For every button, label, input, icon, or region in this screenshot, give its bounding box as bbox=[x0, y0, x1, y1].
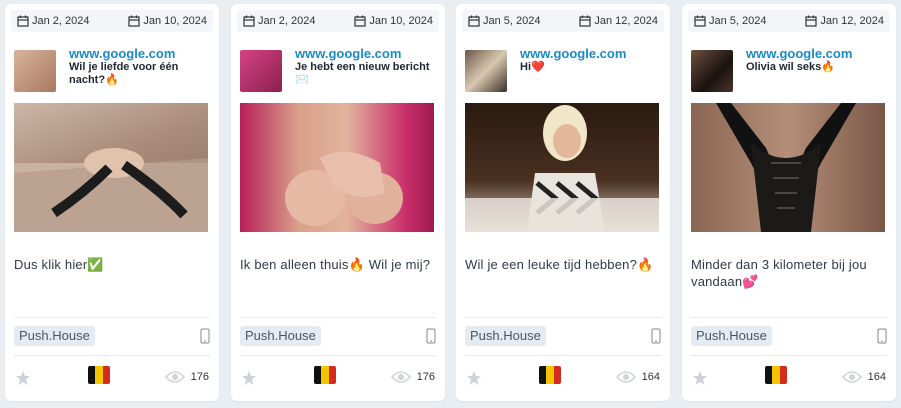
calendar-icon bbox=[128, 15, 140, 27]
ad-thumbnail bbox=[14, 50, 56, 92]
calendar-icon bbox=[243, 15, 255, 27]
star-icon[interactable] bbox=[15, 370, 31, 386]
mobile-device-icon bbox=[877, 328, 887, 344]
views-count: 176 bbox=[190, 371, 209, 383]
ad-domain[interactable]: www.google.com bbox=[520, 46, 626, 61]
ad-body: Ik ben alleen thuis🔥 Wil je mij? bbox=[240, 257, 431, 272]
ad-headline: Wil je liefde voor één nacht?🔥 bbox=[69, 61, 179, 86]
ad-body: Wil je een leuke tijd hebben?🔥 bbox=[465, 257, 654, 272]
date-range: Jan 5, 2024 Jan 12, 2024 bbox=[688, 10, 890, 32]
divider bbox=[465, 355, 661, 356]
end-date: Jan 12, 2024 bbox=[820, 15, 884, 27]
ad-thumbnail bbox=[240, 50, 282, 92]
ad-image bbox=[240, 103, 434, 232]
divider bbox=[465, 317, 661, 318]
star-icon[interactable] bbox=[241, 370, 257, 386]
date-range: Jan 2, 2024 Jan 10, 2024 bbox=[237, 10, 439, 32]
ad-headline: Olivia wil seks🔥 bbox=[746, 61, 835, 73]
eye-icon bbox=[841, 371, 862, 383]
ad-card[interactable]: Jan 5, 2024 Jan 12, 2024 www.google.com … bbox=[682, 4, 896, 401]
divider bbox=[240, 355, 436, 356]
views-counter: 176 bbox=[164, 370, 209, 384]
views-counter: 164 bbox=[841, 370, 886, 384]
start-date: Jan 5, 2024 bbox=[709, 15, 767, 27]
eye-icon bbox=[615, 371, 636, 383]
calendar-icon bbox=[805, 15, 817, 27]
views-counter: 176 bbox=[390, 370, 435, 384]
belgium-flag-icon bbox=[765, 366, 787, 384]
ad-card[interactable]: Jan 5, 2024 Jan 12, 2024 www.google.com … bbox=[456, 4, 670, 401]
belgium-flag-icon bbox=[88, 366, 110, 384]
start-date: Jan 2, 2024 bbox=[258, 15, 316, 27]
ad-image bbox=[691, 103, 885, 232]
divider bbox=[691, 317, 887, 318]
ad-headline: Hi❤️ bbox=[520, 61, 545, 73]
start-date: Jan 5, 2024 bbox=[483, 15, 541, 27]
ad-card[interactable]: Jan 2, 2024 Jan 10, 2024 www.google.com … bbox=[5, 4, 219, 401]
views-counter: 164 bbox=[615, 370, 660, 384]
end-date: Jan 12, 2024 bbox=[594, 15, 658, 27]
ad-network-badge[interactable]: Push.House bbox=[14, 326, 95, 346]
end-date: Jan 10, 2024 bbox=[369, 15, 433, 27]
divider bbox=[14, 317, 210, 318]
calendar-icon bbox=[468, 15, 480, 27]
ad-domain[interactable]: www.google.com bbox=[295, 46, 401, 61]
star-icon[interactable] bbox=[466, 370, 482, 386]
mobile-device-icon bbox=[651, 328, 661, 344]
divider bbox=[240, 317, 436, 318]
ad-domain[interactable]: www.google.com bbox=[69, 46, 175, 61]
ad-headline: Je hebt een nieuw bericht✉️ bbox=[295, 61, 430, 86]
ad-thumbnail bbox=[465, 50, 507, 92]
calendar-icon bbox=[17, 15, 29, 27]
mobile-device-icon bbox=[426, 328, 436, 344]
calendar-icon bbox=[579, 15, 591, 27]
calendar-icon bbox=[354, 15, 366, 27]
mobile-device-icon bbox=[200, 328, 210, 344]
ad-card[interactable]: Jan 2, 2024 Jan 10, 2024 www.google.com … bbox=[231, 4, 445, 401]
divider bbox=[691, 355, 887, 356]
ad-body: Dus klik hier✅ bbox=[14, 257, 104, 272]
views-count: 164 bbox=[641, 371, 660, 383]
date-range: Jan 5, 2024 Jan 12, 2024 bbox=[462, 10, 664, 32]
views-count: 176 bbox=[416, 371, 435, 383]
eye-icon bbox=[164, 371, 185, 383]
divider bbox=[14, 355, 210, 356]
ad-domain[interactable]: www.google.com bbox=[746, 46, 852, 61]
views-count: 164 bbox=[867, 371, 886, 383]
ad-body: Minder dan 3 kilometer bij jou vandaan💕 bbox=[691, 257, 867, 289]
calendar-icon bbox=[694, 15, 706, 27]
ad-image bbox=[465, 103, 659, 232]
ad-network-badge[interactable]: Push.House bbox=[240, 326, 321, 346]
ad-image bbox=[14, 103, 208, 232]
date-range: Jan 2, 2024 Jan 10, 2024 bbox=[11, 10, 213, 32]
ad-network-badge[interactable]: Push.House bbox=[691, 326, 772, 346]
end-date: Jan 10, 2024 bbox=[143, 15, 207, 27]
ad-thumbnail bbox=[691, 50, 733, 92]
start-date: Jan 2, 2024 bbox=[32, 15, 90, 27]
ad-network-badge[interactable]: Push.House bbox=[465, 326, 546, 346]
belgium-flag-icon bbox=[539, 366, 561, 384]
belgium-flag-icon bbox=[314, 366, 336, 384]
eye-icon bbox=[390, 371, 411, 383]
star-icon[interactable] bbox=[692, 370, 708, 386]
